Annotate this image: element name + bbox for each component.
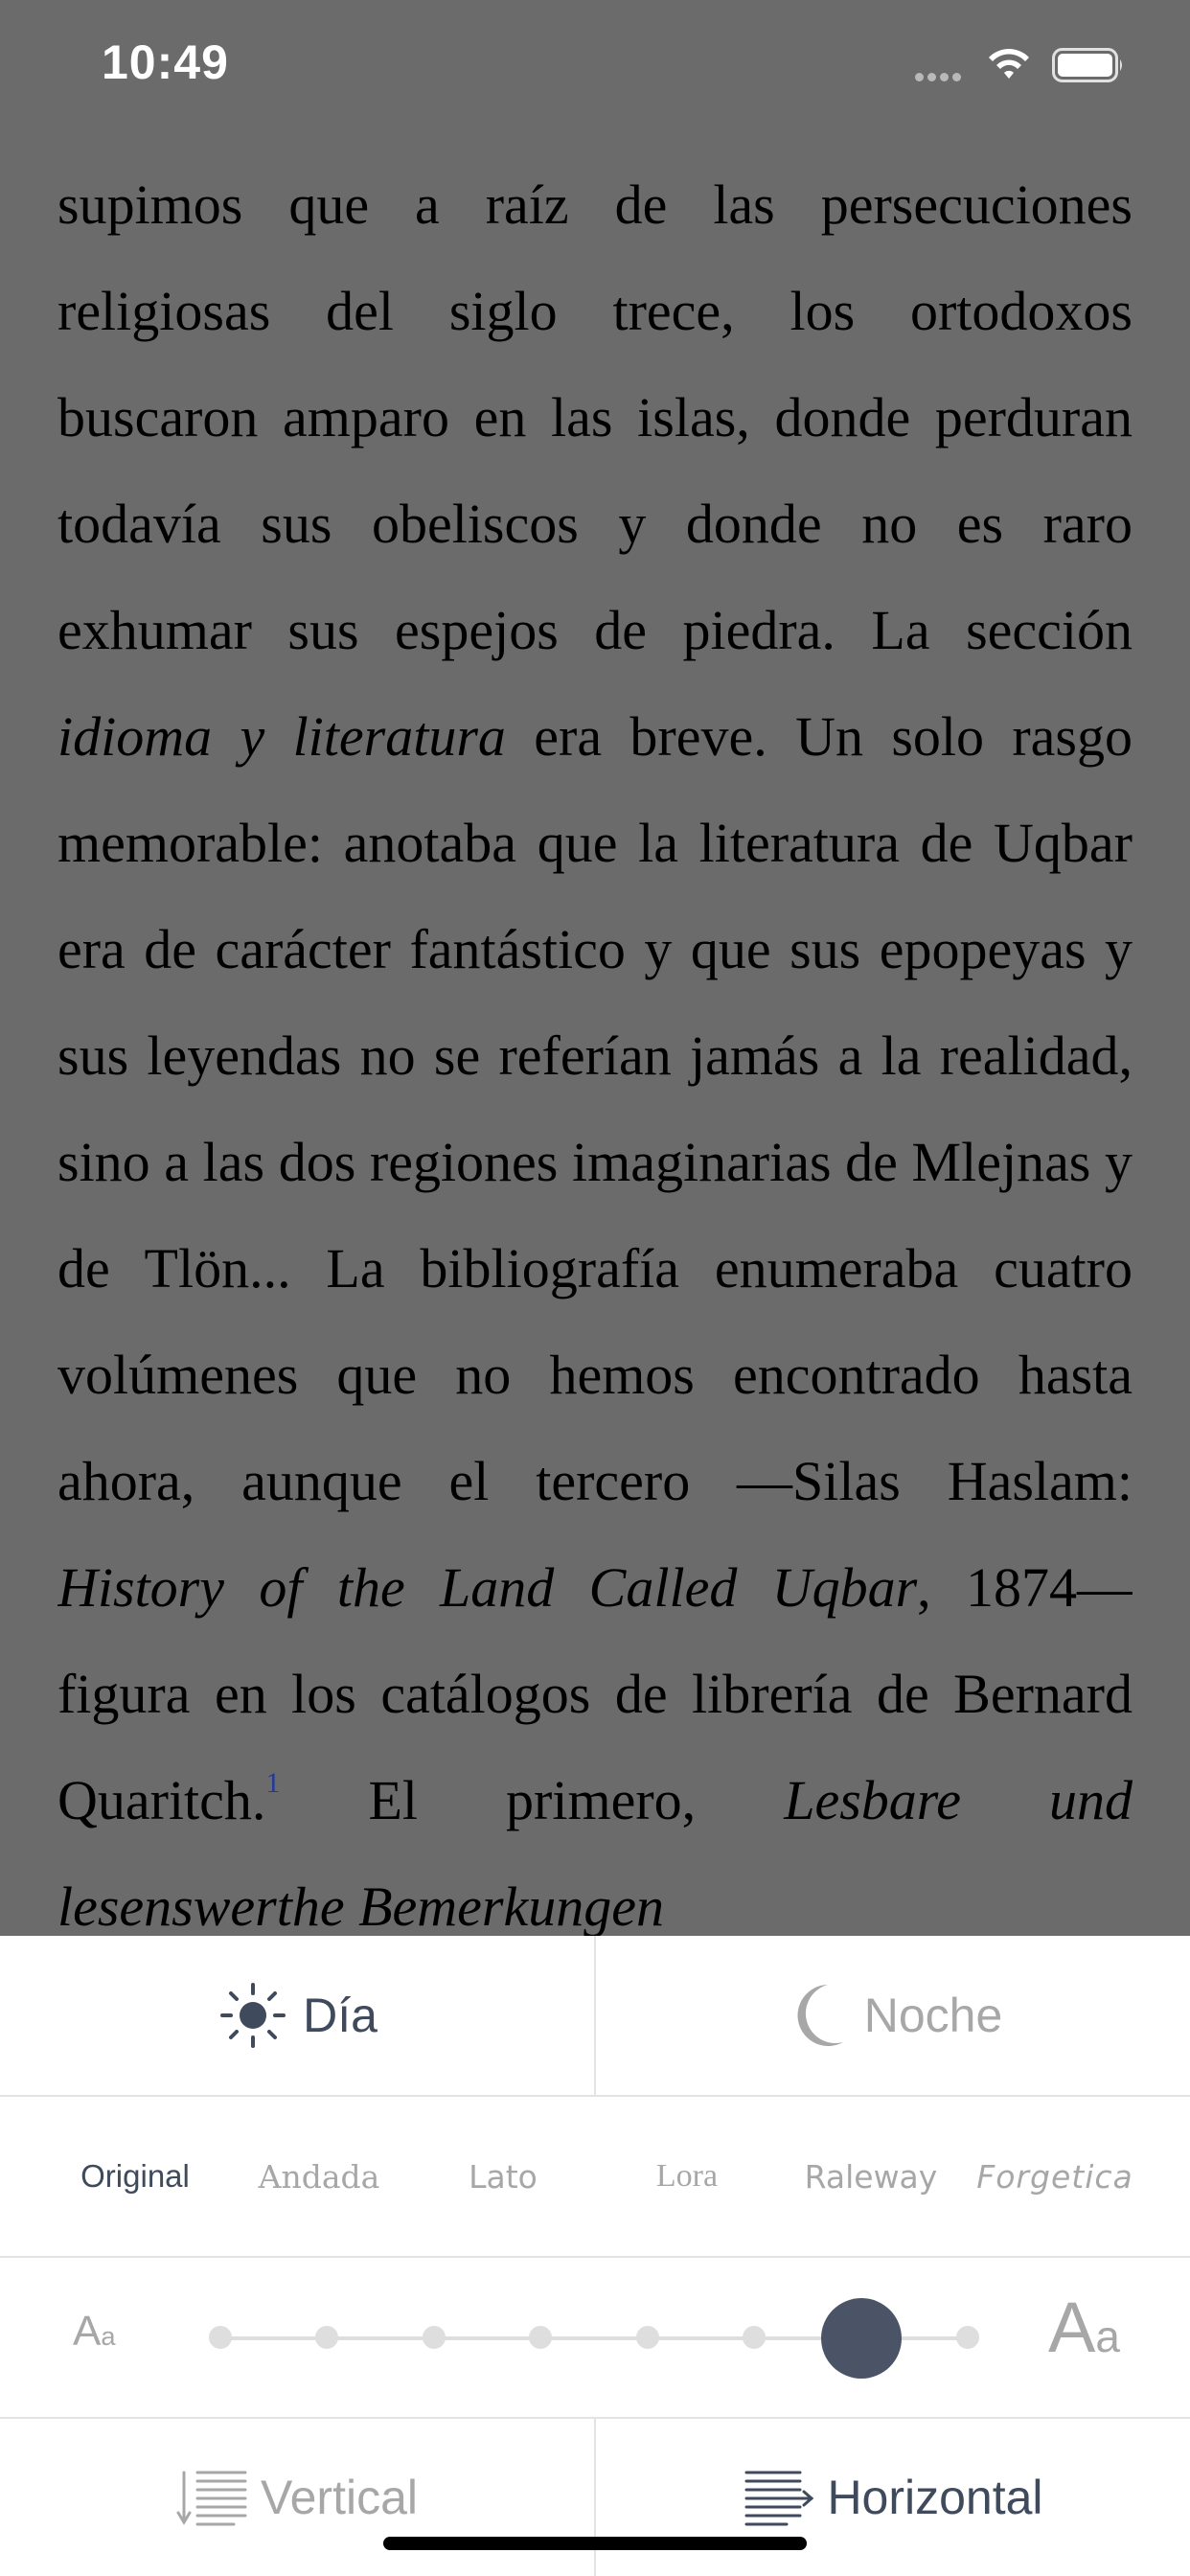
reading-page[interactable]: supimos que a raíz de las persecuciones … — [57, 151, 1133, 1936]
font-option-lato[interactable]: Lato — [411, 2097, 595, 2256]
increase-font-size-button[interactable]: Aa — [1048, 2287, 1120, 2368]
home-indicator — [383, 2537, 807, 2550]
font-size-slider-tick[interactable] — [315, 2326, 339, 2349]
night-theme-button[interactable]: Noche — [596, 1936, 1190, 2095]
horizontal-mode-button[interactable]: Horizontal — [596, 2419, 1190, 2576]
font-size-slider-tick[interactable] — [743, 2326, 767, 2349]
font-size-slider-tick[interactable] — [956, 2326, 979, 2349]
font-selector-row: Original Andada Lato Lora Raleway Forget… — [0, 2097, 1190, 2258]
night-theme-label: Noche — [863, 1989, 1003, 2042]
text-segment: El primero, — [280, 1769, 785, 1831]
font-option-andada[interactable]: Andada — [227, 2097, 411, 2256]
font-size-row: Aa Aa — [0, 2258, 1190, 2419]
font-option-original[interactable]: Original — [43, 2097, 227, 2256]
page-text: supimos que a raíz de las persecuciones … — [57, 151, 1133, 1936]
status-bar: 10:49 — [0, 0, 1190, 134]
font-size-slider-tick[interactable] — [422, 2326, 446, 2349]
text-segment: era breve. Un solo rasgo memorable: anot… — [57, 705, 1133, 1512]
vertical-mode-label: Vertical — [261, 2471, 418, 2524]
italic-segment: History of the Land Called Uqbar — [57, 1556, 918, 1619]
text-segment: supimos que a raíz de las persecuciones … — [57, 173, 1133, 661]
italic-segment: idioma y literatura — [57, 705, 506, 768]
sun-icon — [220, 1983, 286, 2048]
decrease-font-size-button[interactable]: Aa — [73, 2308, 116, 2356]
small-glyph: A — [73, 2308, 102, 2355]
reader-settings-panel: Día Noche Original Andada Lato Lora Rale… — [0, 1936, 1190, 2576]
wifi-icon — [989, 49, 1029, 79]
horizontal-lines-icon — [744, 2471, 814, 2526]
small-glyph-sub: a — [101, 2321, 116, 2351]
large-glyph: A — [1048, 2288, 1096, 2367]
footnote-link[interactable]: 1 — [265, 1767, 280, 1799]
battery-icon — [1052, 48, 1122, 82]
font-size-slider-tick[interactable] — [635, 2326, 659, 2349]
moon-icon — [797, 1985, 843, 2046]
font-option-raleway[interactable]: Raleway — [779, 2097, 963, 2256]
font-option-lora[interactable]: Lora — [595, 2097, 779, 2256]
font-size-slider-tick[interactable] — [529, 2326, 553, 2349]
horizontal-mode-label: Horizontal — [827, 2471, 1043, 2524]
day-theme-label: Día — [303, 1989, 378, 2042]
vertical-mode-button[interactable]: Vertical — [0, 2419, 594, 2576]
status-time: 10:49 — [102, 35, 229, 89]
cellular-signal-icon — [915, 69, 973, 81]
font-size-slider-tick[interactable] — [209, 2326, 232, 2349]
day-theme-button[interactable]: Día — [0, 1936, 594, 2095]
large-glyph-sub: a — [1095, 2312, 1120, 2361]
font-size-slider-knob[interactable] — [820, 2298, 902, 2379]
theme-row: Día Noche — [0, 1936, 1190, 2097]
vertical-lines-icon — [176, 2471, 247, 2526]
scroll-mode-row: Vertical Horizontal — [0, 2419, 1190, 2576]
font-option-forgetica[interactable]: Forgetica — [963, 2097, 1147, 2256]
